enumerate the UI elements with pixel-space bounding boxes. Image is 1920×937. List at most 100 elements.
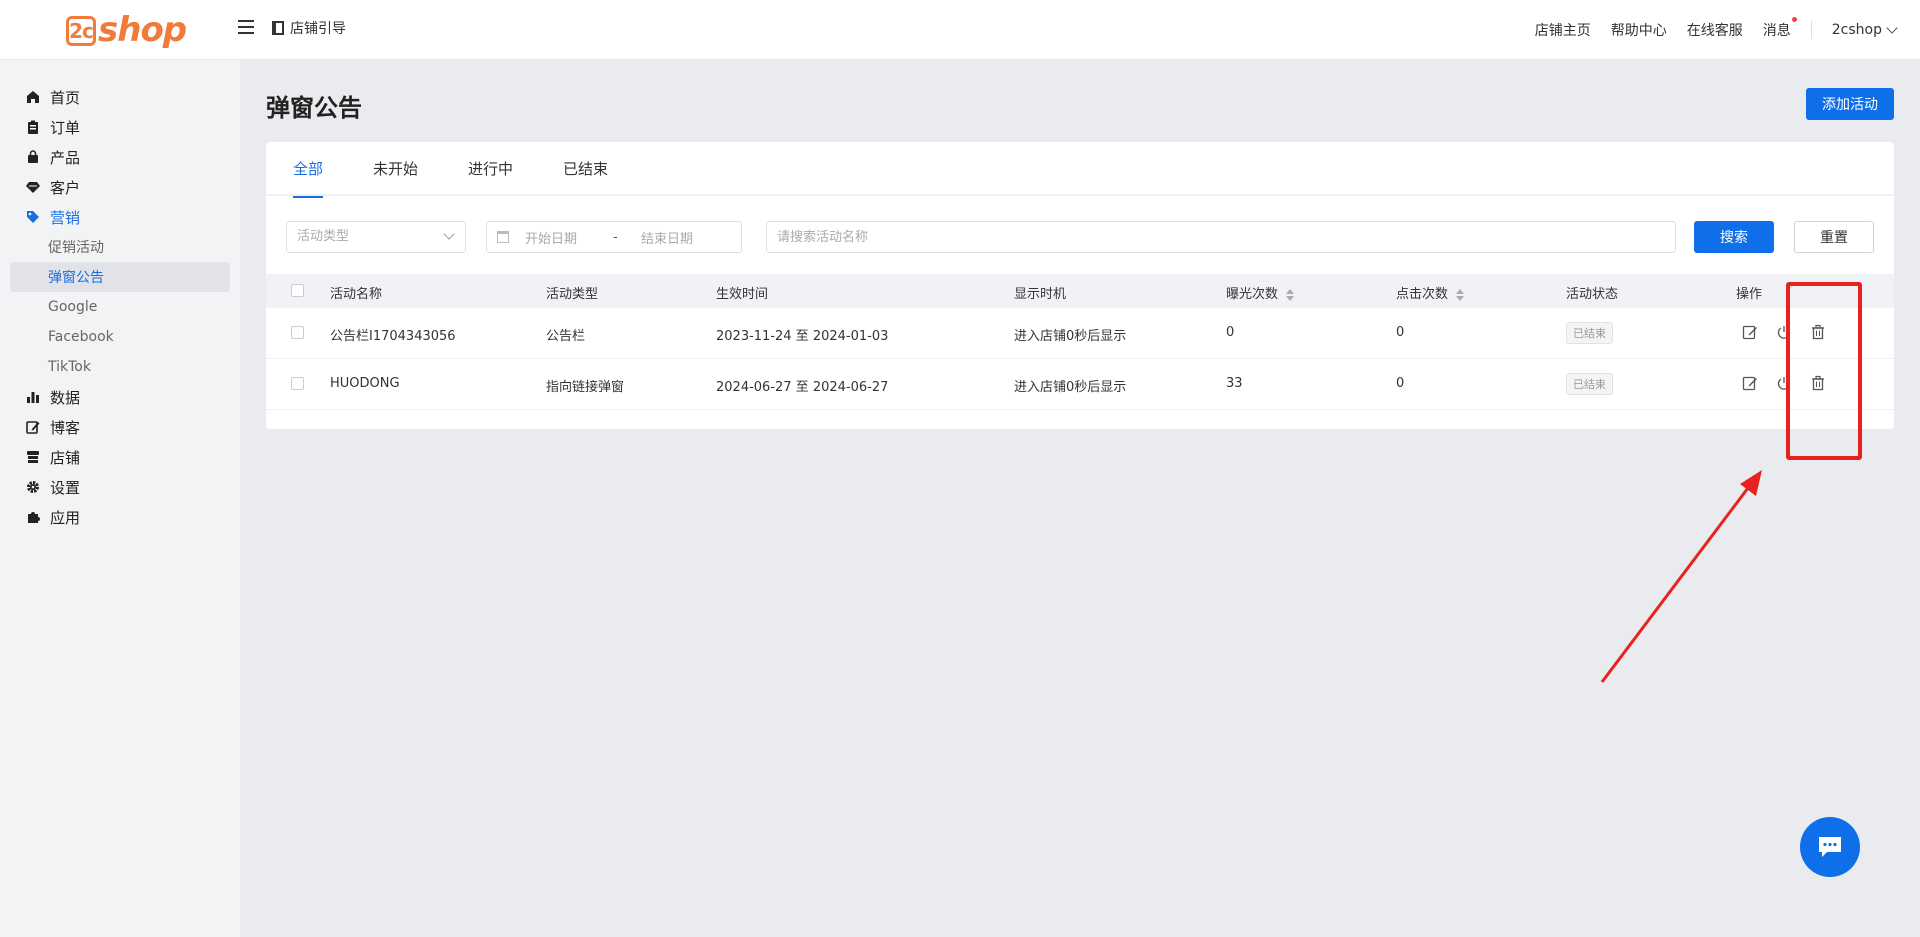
diamond-icon (26, 180, 40, 194)
sidebar-item-home[interactable]: 首页 (0, 82, 240, 112)
col-header-views[interactable]: 曝光次数 (1226, 283, 1295, 302)
sidebar-item-blog[interactable]: 博客 (0, 412, 240, 442)
top-nav: 店铺主页 帮助中心 在线客服 消息 2cshop (1515, 0, 1898, 60)
help-center-link[interactable]: 帮助中心 (1611, 20, 1667, 40)
user-name: 2cshop (1831, 22, 1882, 38)
col-header-time: 生效时间 (716, 287, 769, 302)
sidebar-subitem-facebook[interactable]: Facebook (10, 322, 230, 352)
bar-chart-icon (26, 390, 40, 404)
store-home-link[interactable]: 店铺主页 (1535, 20, 1591, 40)
sidebar-item-label: 产品 (50, 148, 81, 167)
sidebar-item-orders[interactable]: 订单 (0, 112, 240, 142)
activity-table: 活动名称 活动类型 生效时间 显示时机 曝光次数 点击次数 活动状态 操作 公告… (266, 274, 1894, 410)
activity-name: HUODONG (330, 376, 400, 391)
store-guide-label: 店铺引导 (290, 21, 346, 37)
activity-type: 公告栏 (546, 329, 586, 344)
tab-in-progress[interactable]: 进行中 (468, 142, 513, 196)
home-icon (26, 90, 40, 104)
tag-icon (26, 210, 40, 224)
sidebar-item-apps[interactable]: 应用 (0, 502, 240, 532)
book-icon (272, 21, 284, 35)
edit-icon[interactable] (1742, 324, 1758, 340)
tab-ended[interactable]: 已结束 (563, 142, 608, 196)
col-header-timing: 显示时机 (1014, 287, 1067, 302)
page-title: 弹窗公告 (266, 94, 362, 122)
calendar-icon (497, 231, 509, 243)
row-checkbox[interactable] (291, 377, 304, 390)
chevron-down-icon (1886, 22, 1898, 34)
store-guide-link[interactable]: 店铺引导 (272, 18, 346, 38)
activity-name: 公告栏I1704343056 (330, 329, 456, 344)
activity-type-select[interactable]: 活动类型 (286, 221, 466, 253)
activity-card: 全部 未开始 进行中 已结束 活动类型 开始日期 - 结束日期 搜索 重置 活动… (266, 142, 1894, 429)
status-tabs: 全部 未开始 进行中 已结束 (266, 142, 1894, 198)
end-date-placeholder: 结束日期 (641, 231, 694, 247)
sidebar-item-marketing[interactable]: 营销 (0, 202, 240, 232)
unread-dot (1791, 17, 1797, 22)
date-range-picker[interactable]: 开始日期 - 结束日期 (486, 221, 742, 253)
col-header-type: 活动类型 (546, 287, 599, 302)
status-badge: 已结束 (1566, 322, 1613, 344)
sidebar: 首页 订单 产品 客户 营销 促销活动 弹窗公告 Google Facebook… (0, 60, 240, 937)
sort-icon (1286, 288, 1295, 301)
sidebar-item-data[interactable]: 数据 (0, 382, 240, 412)
sidebar-item-customers[interactable]: 客户 (0, 172, 240, 202)
search-button[interactable]: 搜索 (1694, 221, 1774, 253)
tab-all[interactable]: 全部 (293, 142, 324, 198)
view-count: 33 (1226, 376, 1243, 391)
add-activity-button[interactable]: 添加活动 (1806, 88, 1894, 120)
edit-icon[interactable] (1742, 375, 1758, 391)
reset-button[interactable]: 重置 (1794, 221, 1874, 253)
messages-link[interactable]: 消息 (1762, 17, 1797, 40)
row-checkbox[interactable] (291, 326, 304, 339)
sidebar-subitem-tiktok[interactable]: TikTok (10, 352, 230, 382)
effective-time: 2023-11-24 至 2024-01-03 (716, 329, 889, 344)
sidebar-item-label: 博客 (50, 418, 81, 437)
table-row: HUODONG 指向链接弹窗 2024-06-27 至 2024-06-27 进… (266, 359, 1894, 410)
col-header-clicks-label: 点击次数 (1396, 287, 1449, 302)
click-count: 0 (1396, 376, 1405, 391)
display-timing: 进入店铺0秒后显示 (1014, 329, 1127, 344)
date-separator: - (613, 229, 618, 245)
sidebar-item-label: 数据 (50, 388, 81, 407)
annotation-highlight-box (1786, 282, 1862, 460)
start-date-placeholder: 开始日期 (525, 231, 578, 247)
sidebar-item-label: 订单 (50, 118, 81, 137)
col-header-status: 活动状态 (1566, 287, 1619, 302)
sidebar-item-label: 店铺 (50, 448, 81, 467)
col-header-views-label: 曝光次数 (1226, 287, 1279, 302)
filter-bar: 活动类型 开始日期 - 结束日期 搜索 重置 (286, 221, 1874, 253)
logo-text: shop (98, 10, 187, 50)
logo-badge: 2c (66, 16, 96, 46)
gear-icon (26, 480, 40, 494)
edit-doc-icon (26, 420, 40, 434)
annotation-arrow-icon (1600, 470, 1762, 683)
top-header: 2c shop 店铺引导 店铺主页 帮助中心 在线客服 消息 2cshop (0, 0, 1920, 60)
online-service-link[interactable]: 在线客服 (1687, 20, 1743, 40)
sidebar-item-settings[interactable]: 设置 (0, 472, 240, 502)
menu-toggle-icon[interactable] (238, 20, 254, 36)
select-all-checkbox[interactable] (291, 284, 304, 297)
sidebar-item-label: 设置 (50, 478, 81, 497)
display-timing: 进入店铺0秒后显示 (1014, 380, 1127, 395)
user-menu[interactable]: 2cshop (1831, 22, 1898, 38)
view-count: 0 (1226, 325, 1235, 340)
status-badge: 已结束 (1566, 373, 1613, 395)
sidebar-subitem-popup-notice[interactable]: 弹窗公告 (10, 262, 230, 292)
messages-label: 消息 (1762, 23, 1791, 39)
sidebar-subitem-google[interactable]: Google (10, 292, 230, 322)
logo[interactable]: 2c shop (66, 10, 187, 50)
activity-name-search-input[interactable] (766, 221, 1676, 253)
activity-type: 指向链接弹窗 (546, 380, 625, 395)
sidebar-item-label: 客户 (50, 178, 81, 197)
divider (1810, 21, 1812, 39)
chat-button[interactable] (1800, 817, 1860, 877)
sidebar-item-store[interactable]: 店铺 (0, 442, 240, 472)
sidebar-item-products[interactable]: 产品 (0, 142, 240, 172)
puzzle-icon (26, 510, 40, 524)
effective-time: 2024-06-27 至 2024-06-27 (716, 380, 889, 395)
col-header-clicks[interactable]: 点击次数 (1396, 283, 1465, 302)
tab-not-started[interactable]: 未开始 (373, 142, 418, 196)
chevron-down-icon (443, 228, 455, 240)
sidebar-subitem-promotions[interactable]: 促销活动 (10, 232, 230, 262)
